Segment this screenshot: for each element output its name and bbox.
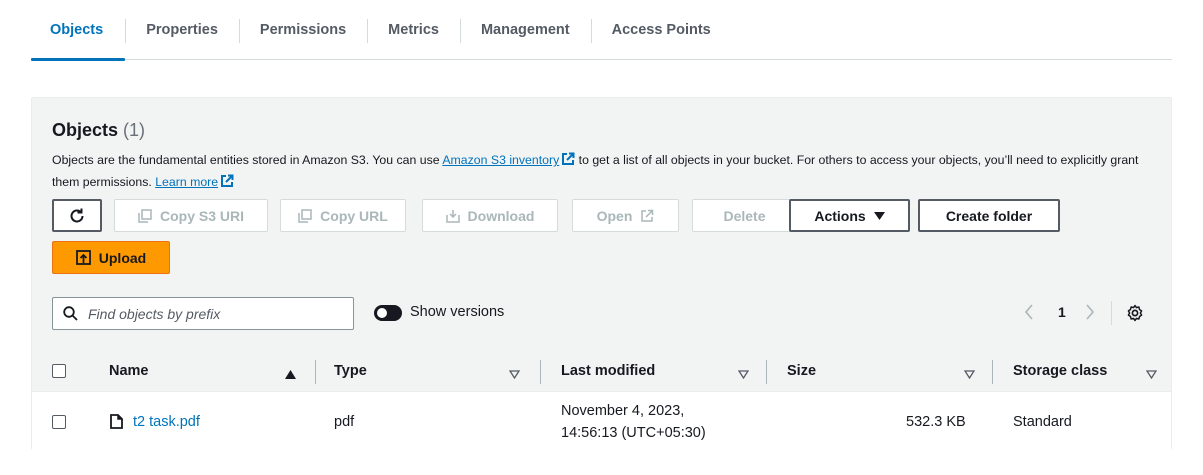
select-all-checkbox[interactable] [52,351,66,391]
object-last-modified: November 4, 2023, 14:56:13 (UTC+05:30) [561,392,706,451]
objects-panel: Objects (1) Objects are the fundamental … [31,97,1172,450]
object-type: pdf [334,413,355,430]
object-storage-class: Standard [1013,413,1072,430]
copy-url-button[interactable]: Copy URL [280,199,406,232]
panel-title-text: Objects [52,120,119,140]
column-divider [540,360,541,384]
tab-label: Objects [50,22,104,38]
tab-properties[interactable]: Properties [125,10,239,50]
open-label: Open [596,207,633,224]
actions-dropdown-button[interactable]: Actions [789,199,910,232]
download-label: Download [467,207,535,224]
column-header-type[interactable]: Type [334,351,367,391]
file-icon [110,414,123,429]
refresh-icon [68,207,86,225]
settings-gear-icon[interactable] [1126,304,1144,325]
column-header-storage-class[interactable]: Storage class [1013,351,1107,391]
copy-icon [138,208,152,223]
tab-label: Permissions [259,22,347,38]
column-header-size[interactable]: Size [787,351,816,391]
copy-url-label: Copy URL [320,207,388,224]
column-divider [315,360,316,384]
tab-label: Metrics [388,22,439,38]
table-header: Name Type Last modified Size Storage cla… [32,351,1171,391]
object-size: 532.3 KB [906,413,966,430]
column-divider [992,360,993,384]
download-icon [445,209,460,223]
column-header-last-modified[interactable]: Last modified [561,351,655,391]
previous-page-button[interactable] [1024,303,1034,324]
copy-s3-uri-label: Copy S3 URI [159,207,244,224]
tab-label: Access Points [611,22,711,38]
next-page-button[interactable] [1085,303,1095,324]
sort-icon[interactable] [737,366,750,384]
upload-button[interactable]: Upload [52,241,170,274]
search-input[interactable] [86,304,326,323]
delete-label: Delete [723,207,766,224]
external-link-icon [220,174,234,194]
last-modified-time: 14:56:13 (UTC+05:30) [561,424,706,441]
description-text: Objects are the fundamental entities sto… [52,153,443,167]
s3-inventory-link[interactable]: Amazon S3 inventory [442,153,559,167]
show-versions-label: Show versions [410,304,505,320]
download-button[interactable]: Download [422,199,558,232]
last-modified-date: November 4, 2023, [561,402,685,419]
checkbox-box [52,414,66,429]
external-link-icon [640,209,654,223]
checkbox-box [52,364,66,378]
panel-title: Objects (1) [52,120,145,141]
delete-button[interactable]: Delete [692,199,797,232]
tab-bar: Objects Properties Permissions Metrics M… [31,10,1172,61]
search-box [52,297,354,330]
create-folder-label: Create folder [945,207,1033,224]
tab-access-points[interactable]: Access Points [590,10,732,50]
tab-label: Properties [146,22,218,38]
copy-icon [298,208,312,223]
current-page-number[interactable]: 1 [1058,304,1066,320]
upload-icon [75,250,91,265]
panel-description: Objects are the fundamental entities sto… [52,150,1157,194]
sort-ascending-icon[interactable] [285,366,296,384]
search-icon [63,306,78,321]
refresh-button[interactable] [52,199,102,232]
table-row[interactable]: t2 task.pdf pdf November 4, 2023, 14:56:… [32,391,1171,450]
upload-label: Upload [98,249,147,266]
row-checkbox[interactable] [52,392,66,451]
tab-management[interactable]: Management [459,10,591,50]
tab-objects[interactable]: Objects [31,10,126,61]
object-count: (1) [123,120,146,140]
sort-icon[interactable] [963,366,976,384]
create-folder-button[interactable]: Create folder [918,199,1060,232]
column-header-name[interactable]: Name [109,351,149,391]
tab-permissions[interactable]: Permissions [238,10,367,50]
toggle-knob [377,308,387,318]
show-versions-toggle[interactable] [374,305,402,321]
divider [1111,301,1112,325]
copy-s3-uri-button[interactable]: Copy S3 URI [114,199,268,232]
object-name-cell: t2 task.pdf [110,392,200,451]
open-button[interactable]: Open [572,199,679,232]
tab-metrics[interactable]: Metrics [367,10,460,50]
objects-table: Name Type Last modified Size Storage cla… [32,351,1171,450]
tab-label: Management [480,22,570,38]
object-name-link[interactable]: t2 task.pdf [133,414,200,430]
sort-icon[interactable] [508,366,521,384]
actions-label: Actions [814,207,866,224]
learn-more-link[interactable]: Learn more [155,175,218,189]
column-divider [766,360,767,384]
external-link-icon [561,152,575,172]
sort-icon[interactable] [1145,366,1158,384]
caret-down-icon [873,211,885,220]
